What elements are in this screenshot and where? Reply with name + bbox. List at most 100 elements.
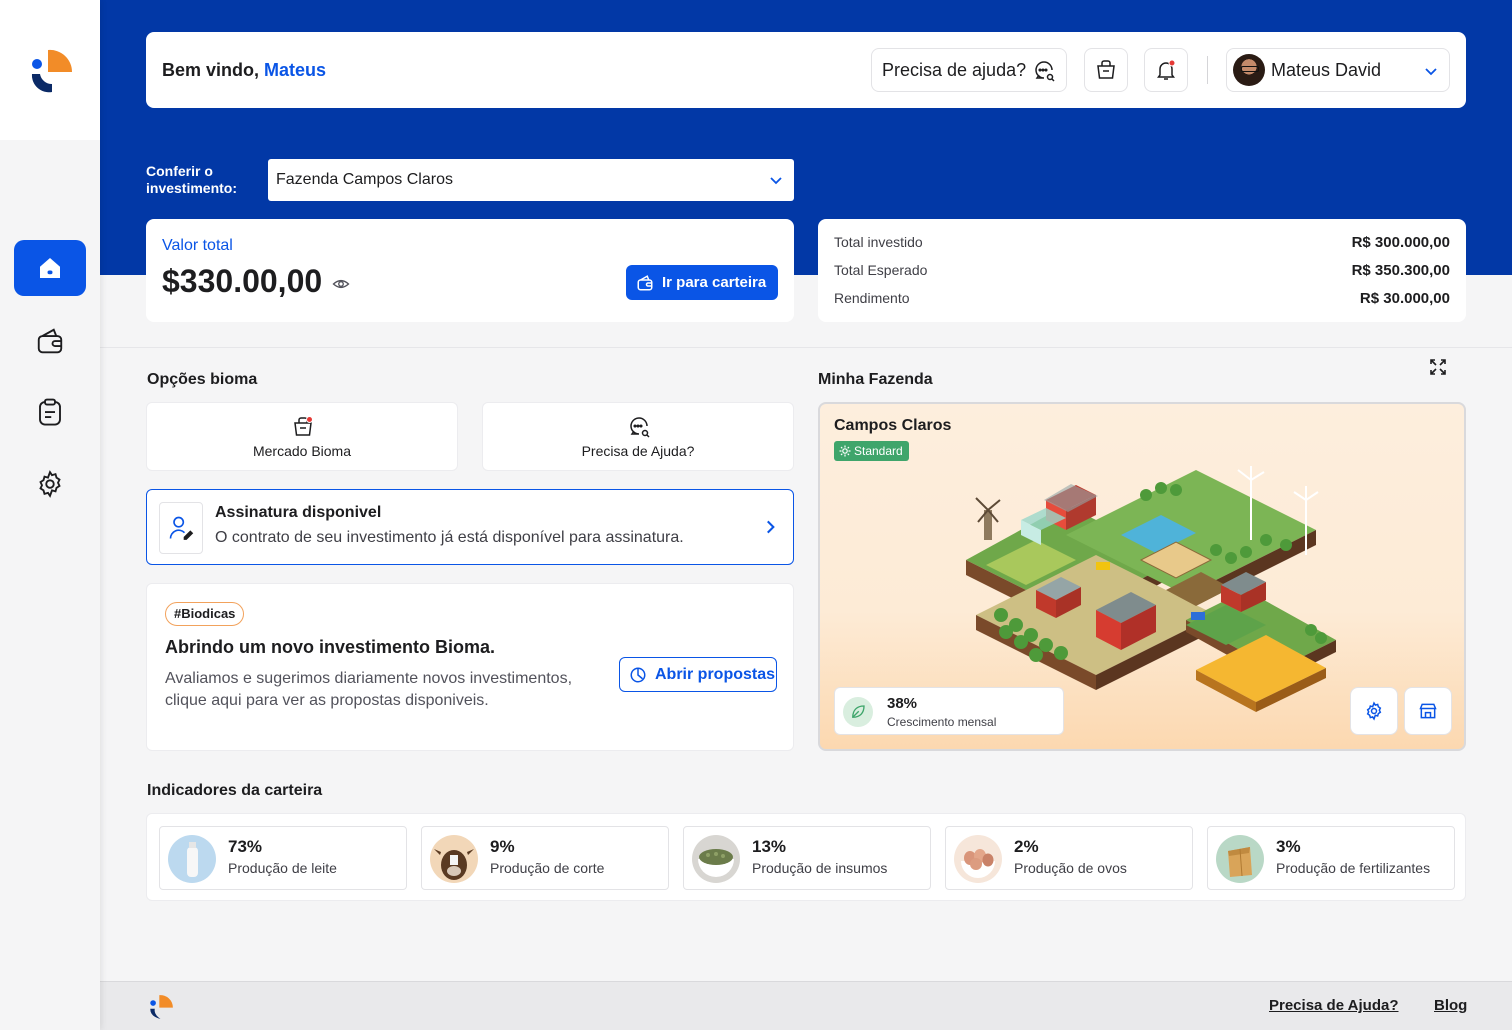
totals-label: Rendimento <box>834 290 910 306</box>
help-button[interactable]: Precisa de ajuda? <box>871 48 1067 92</box>
chat-search-icon <box>630 417 650 438</box>
investment-selected-value: Fazenda Campos Claros <box>276 171 453 188</box>
indicator-card[interactable]: 3% Produção de fertilizantes <box>1207 826 1455 890</box>
indicators-panel: 73% Produção de leite 9% Produção de cor… <box>146 813 1466 901</box>
user-sign-icon <box>169 516 194 540</box>
header-divider <box>1207 56 1208 84</box>
chat-search-icon <box>1035 61 1055 82</box>
avatar <box>1233 54 1265 86</box>
store-icon <box>1419 703 1437 719</box>
indicator-label: Produção de insumos <box>752 860 888 876</box>
expand-icon[interactable] <box>1428 357 1448 377</box>
indicator-label: Produção de corte <box>490 860 605 876</box>
indicators-title: Indicadores da carteira <box>147 782 323 799</box>
totals-value: R$ 30.000,00 <box>1359 289 1450 307</box>
indicator-card[interactable]: 13% Produção de insumos <box>683 826 931 890</box>
help-button-label: Precisa de ajuda? <box>882 59 1027 80</box>
indicator-card[interactable]: 2% Produção de ovos <box>945 826 1193 890</box>
signature-title: Assinatura disponivel <box>215 504 382 521</box>
totals-label: Total Esperado <box>834 262 928 278</box>
plan-badge-label: Standard <box>854 444 903 458</box>
total-value-card: Valor total $330.00,00 Ir para carteira <box>146 219 794 322</box>
milk-thumbnail <box>168 835 216 883</box>
indicator-card[interactable]: 73% Produção de leite <box>159 826 407 890</box>
section-divider <box>100 347 1512 348</box>
sidebar-item-home[interactable] <box>14 240 86 296</box>
farm-settings-button[interactable] <box>1350 687 1398 735</box>
sidebar-item-contracts[interactable] <box>14 384 86 440</box>
eye-icon[interactable] <box>332 275 350 293</box>
market-option-card[interactable]: Mercado Bioma <box>146 402 458 471</box>
help-option-card[interactable]: Precisa de Ajuda? <box>482 402 794 471</box>
basket-icon <box>1097 60 1115 79</box>
signature-subtitle: O contrato de seu investimento já está d… <box>215 529 684 546</box>
totals-row: Total investido R$ 300.000,00 <box>834 232 1450 252</box>
open-proposals-label: Abrir propostas <box>655 665 776 683</box>
go-to-wallet-button[interactable]: Ir para carteira <box>626 265 778 300</box>
market-option-label: Mercado Bioma <box>252 443 352 459</box>
farm-card: Campos Claros Standard 38% Crescimento m… <box>818 402 1466 751</box>
help-option-label: Precisa de Ajuda? <box>581 443 695 459</box>
footer-blog-link[interactable]: Blog <box>1434 997 1467 1014</box>
indicator-card[interactable]: 9% Produção de corte <box>421 826 669 890</box>
bell-icon <box>1157 59 1176 80</box>
totals-card: Total investido R$ 300.000,00 Total Esper… <box>818 219 1466 322</box>
user-dropdown[interactable]: Mateus David <box>1226 48 1450 92</box>
bioma-logo[interactable] <box>28 48 74 94</box>
clipboard-icon <box>39 398 61 426</box>
signature-available-card[interactable]: Assinatura disponivel O contrato de seu … <box>146 489 794 565</box>
biodicas-title: Abrindo um novo investimento Bioma. <box>165 637 496 657</box>
indicator-percentage: 13% <box>752 837 787 856</box>
basket-icon <box>294 416 313 436</box>
farm-illustration <box>966 466 1336 712</box>
biodicas-card: #Biodicas Abrindo um novo investimento B… <box>146 583 794 751</box>
totals-row: Rendimento R$ 30.000,00 <box>834 288 1450 308</box>
chevron-down-icon <box>770 177 782 185</box>
farm-section-title: Minha Fazenda <box>818 371 933 388</box>
home-icon <box>40 258 60 278</box>
market-button[interactable] <box>1084 48 1128 92</box>
total-value-amount: $330.00,00 <box>162 263 323 299</box>
indicator-label: Produção de ovos <box>1014 860 1127 876</box>
seeds-thumbnail <box>692 835 740 883</box>
indicator-percentage: 73% <box>228 837 263 856</box>
monthly-growth-label: Crescimento mensal <box>887 715 997 729</box>
chevron-down-icon <box>1425 68 1437 76</box>
eggs-thumbnail <box>954 835 1002 883</box>
chevron-right-icon <box>767 520 775 534</box>
fertilizer-thumbnail <box>1216 835 1264 883</box>
indicator-percentage: 3% <box>1276 837 1301 856</box>
leaf-icon <box>843 697 873 727</box>
investment-select-label: Conferir o investimento: <box>146 163 238 196</box>
indicator-label: Produção de leite <box>228 860 337 876</box>
plan-badge: Standard <box>834 441 909 461</box>
sidebar-item-settings[interactable] <box>14 456 86 512</box>
investment-select[interactable]: Fazenda Campos Claros <box>268 159 794 201</box>
indicator-label: Produção de fertilizantes <box>1276 860 1431 876</box>
bioma-logo[interactable] <box>148 994 174 1020</box>
wallet-icon <box>637 275 653 291</box>
footer-help-link[interactable]: Precisa de Ajuda? <box>1269 997 1399 1014</box>
farm-name: Campos Claros <box>834 417 952 434</box>
pie-chart-icon <box>630 667 646 683</box>
open-proposals-button[interactable]: Abrir propostas <box>619 657 777 692</box>
go-to-wallet-label: Ir para carteira <box>662 274 767 291</box>
notifications-button[interactable] <box>1144 48 1188 92</box>
totals-value: R$ 350.300,00 <box>1351 261 1450 279</box>
welcome-user-name: Mateus <box>264 60 327 80</box>
footer: Precisa de Ajuda? Blog <box>100 981 1512 1030</box>
sparkle-icon <box>839 445 851 457</box>
logo-area <box>0 0 100 140</box>
indicator-percentage: 2% <box>1014 837 1039 856</box>
totals-value: R$ 300.000,00 <box>1351 233 1450 251</box>
cow-thumbnail <box>430 835 478 883</box>
options-title: Opções bioma <box>147 371 258 388</box>
farm-store-button[interactable] <box>1404 687 1452 735</box>
monthly-growth-value: 38% <box>887 695 918 712</box>
total-value-label: Valor total <box>162 237 233 254</box>
totals-row: Total Esperado R$ 350.300,00 <box>834 260 1450 280</box>
gear-icon <box>1366 701 1382 721</box>
sidebar-item-wallet[interactable] <box>14 313 86 369</box>
gear-icon <box>39 470 61 498</box>
totals-label: Total investido <box>834 234 923 250</box>
